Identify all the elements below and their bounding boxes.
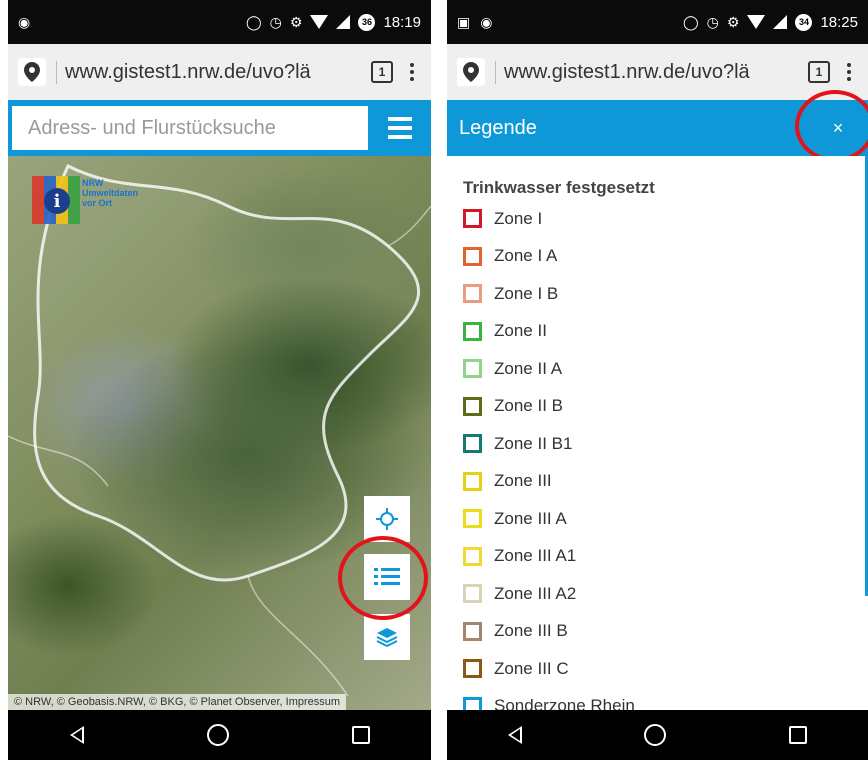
notification-icon: ◉ [480,14,493,30]
legend-item: Zone III A1 [463,538,635,576]
legend-item-label: Zone II B1 [494,433,573,453]
back-icon[interactable] [508,726,523,744]
legend-item-label: Zone III A1 [494,546,577,566]
alarm-icon: ◷ [706,14,719,30]
legend-item-label: Zone II [494,321,547,341]
legend-item: Zone II [463,313,635,351]
right-screen: ▣ ◉ ◯ ◷ ⚙ 34 18:25 www.gistest1.nrw.de/u… [447,0,868,760]
legend-item: Zone II B1 [463,425,635,463]
legend-item: Zone III C [463,650,635,688]
location-pin-icon[interactable] [18,58,46,86]
image-notification-icon: ▣ [457,14,471,30]
legend-item: Zone III [463,463,635,501]
legend-swatch [463,284,482,304]
legend-swatch [463,246,482,266]
browser-menu-button[interactable] [403,63,421,81]
browser-menu-button[interactable] [840,63,858,81]
layers-button[interactable] [364,614,410,660]
vpn-key-icon: ⚙ [289,14,303,30]
tab-switcher-button[interactable]: 1 [371,61,393,83]
legend-item: Sonderzone Rhein [463,688,635,710]
status-bar: ▣ ◉ ◯ ◷ ⚙ 34 18:25 [447,0,868,44]
left-screen: ◉ ◯ ◷ ⚙ 36 18:19 www.gistest1.nrw.de/uvo… [8,0,431,760]
close-button-highlight [795,90,868,162]
address-search-input[interactable] [12,106,368,150]
legend-swatch [463,621,482,641]
signal-icon [336,15,351,29]
nrw-umweltdaten-logo[interactable]: i NRW Umweltdaten vor Ort [32,176,152,232]
legend-swatch [463,509,482,529]
legend-button-highlight [338,536,428,620]
legend-item-label: Zone II A [494,358,563,378]
vpn-key-icon: ⚙ [726,14,740,30]
wifi-icon [747,15,766,29]
wifi-icon [310,15,329,29]
signal-icon [773,15,788,29]
map-view[interactable]: i NRW Umweltdaten vor Ort © NRW, © Geoba… [8,156,431,710]
alarm-icon: ◷ [269,14,282,30]
legend-item: Zone II A [463,350,635,388]
legend-swatch [463,696,482,710]
notification-icon: ◉ [18,14,31,30]
legend-swatch [463,396,482,416]
home-icon[interactable] [644,724,667,746]
legend-item-label: Sonderzone Rhein [494,696,635,710]
layers-icon [376,628,398,647]
status-bar: ◉ ◯ ◷ ⚙ 36 18:19 [8,0,431,44]
legend-panel: Trinkwasser festgesetzt Zone I Zone I A Zo… [447,156,868,710]
legend-item: Zone I B [463,275,635,313]
legend-swatch [463,659,482,679]
legend-swatch [463,546,482,566]
recent-apps-icon[interactable] [351,726,370,744]
back-icon[interactable] [69,726,84,744]
hamburger-menu-icon[interactable] [378,106,422,150]
crosshair-icon [376,508,398,530]
legend-item: Zone III A [463,500,635,538]
url-bar[interactable]: www.gistest1.nrw.de/uvo?lä [495,60,798,84]
legend-item: Zone III A2 [463,575,635,613]
url-bar[interactable]: www.gistest1.nrw.de/uvo?lä [56,60,361,84]
legend-swatch [463,584,482,604]
vibrate-icon: ◯ [683,14,699,30]
legend-swatch [463,434,482,454]
status-time: 18:19 [383,13,421,31]
status-time: 18:25 [820,13,858,31]
tab-switcher-button[interactable]: 1 [808,61,830,83]
vibrate-icon: ◯ [246,14,262,30]
locate-button[interactable] [364,496,410,542]
battery-icon: 34 [795,13,813,31]
battery-icon: 36 [358,13,376,31]
android-nav-bar [447,710,868,760]
legend-item-label: Zone I B [494,283,559,303]
legend-item-label: Zone III B [494,621,568,641]
browser-toolbar: www.gistest1.nrw.de/uvo?lä 1 [8,44,431,100]
android-nav-bar [8,710,431,760]
legend-item: Zone III B [463,613,635,651]
legend-item: Zone I A [463,238,635,276]
home-icon[interactable] [206,724,229,746]
info-icon: i [44,188,70,214]
legend-item-label: Zone I [494,208,543,228]
legend-title: Legende [459,116,537,139]
legend-item: Zone II B [463,388,635,426]
browser-toolbar: www.gistest1.nrw.de/uvo?lä 1 [447,44,868,100]
location-pin-icon[interactable] [457,58,485,86]
legend-item-label: Zone III [494,471,552,491]
legend-item: Zone I [463,200,635,238]
legend-item-label: Zone II B [494,396,563,416]
legend-swatch [463,321,482,341]
legend-swatch [463,471,482,491]
recent-apps-icon[interactable] [788,726,807,744]
legend-section-title: Trinkwasser festgesetzt [463,178,655,197]
legend-swatch [463,209,482,229]
search-bar [8,100,431,156]
legend-item-label: Zone III C [494,658,569,678]
legend-item-label: Zone III A [494,508,567,528]
legend-list: Zone I Zone I A Zone I B Zone II Zone II A Zo… [463,200,635,710]
legend-item-label: Zone III A2 [494,583,577,603]
legend-swatch [463,359,482,379]
map-attribution[interactable]: © NRW, © Geobasis.NRW, © BKG, © Planet O… [8,694,347,710]
legend-item-label: Zone I A [494,246,558,266]
